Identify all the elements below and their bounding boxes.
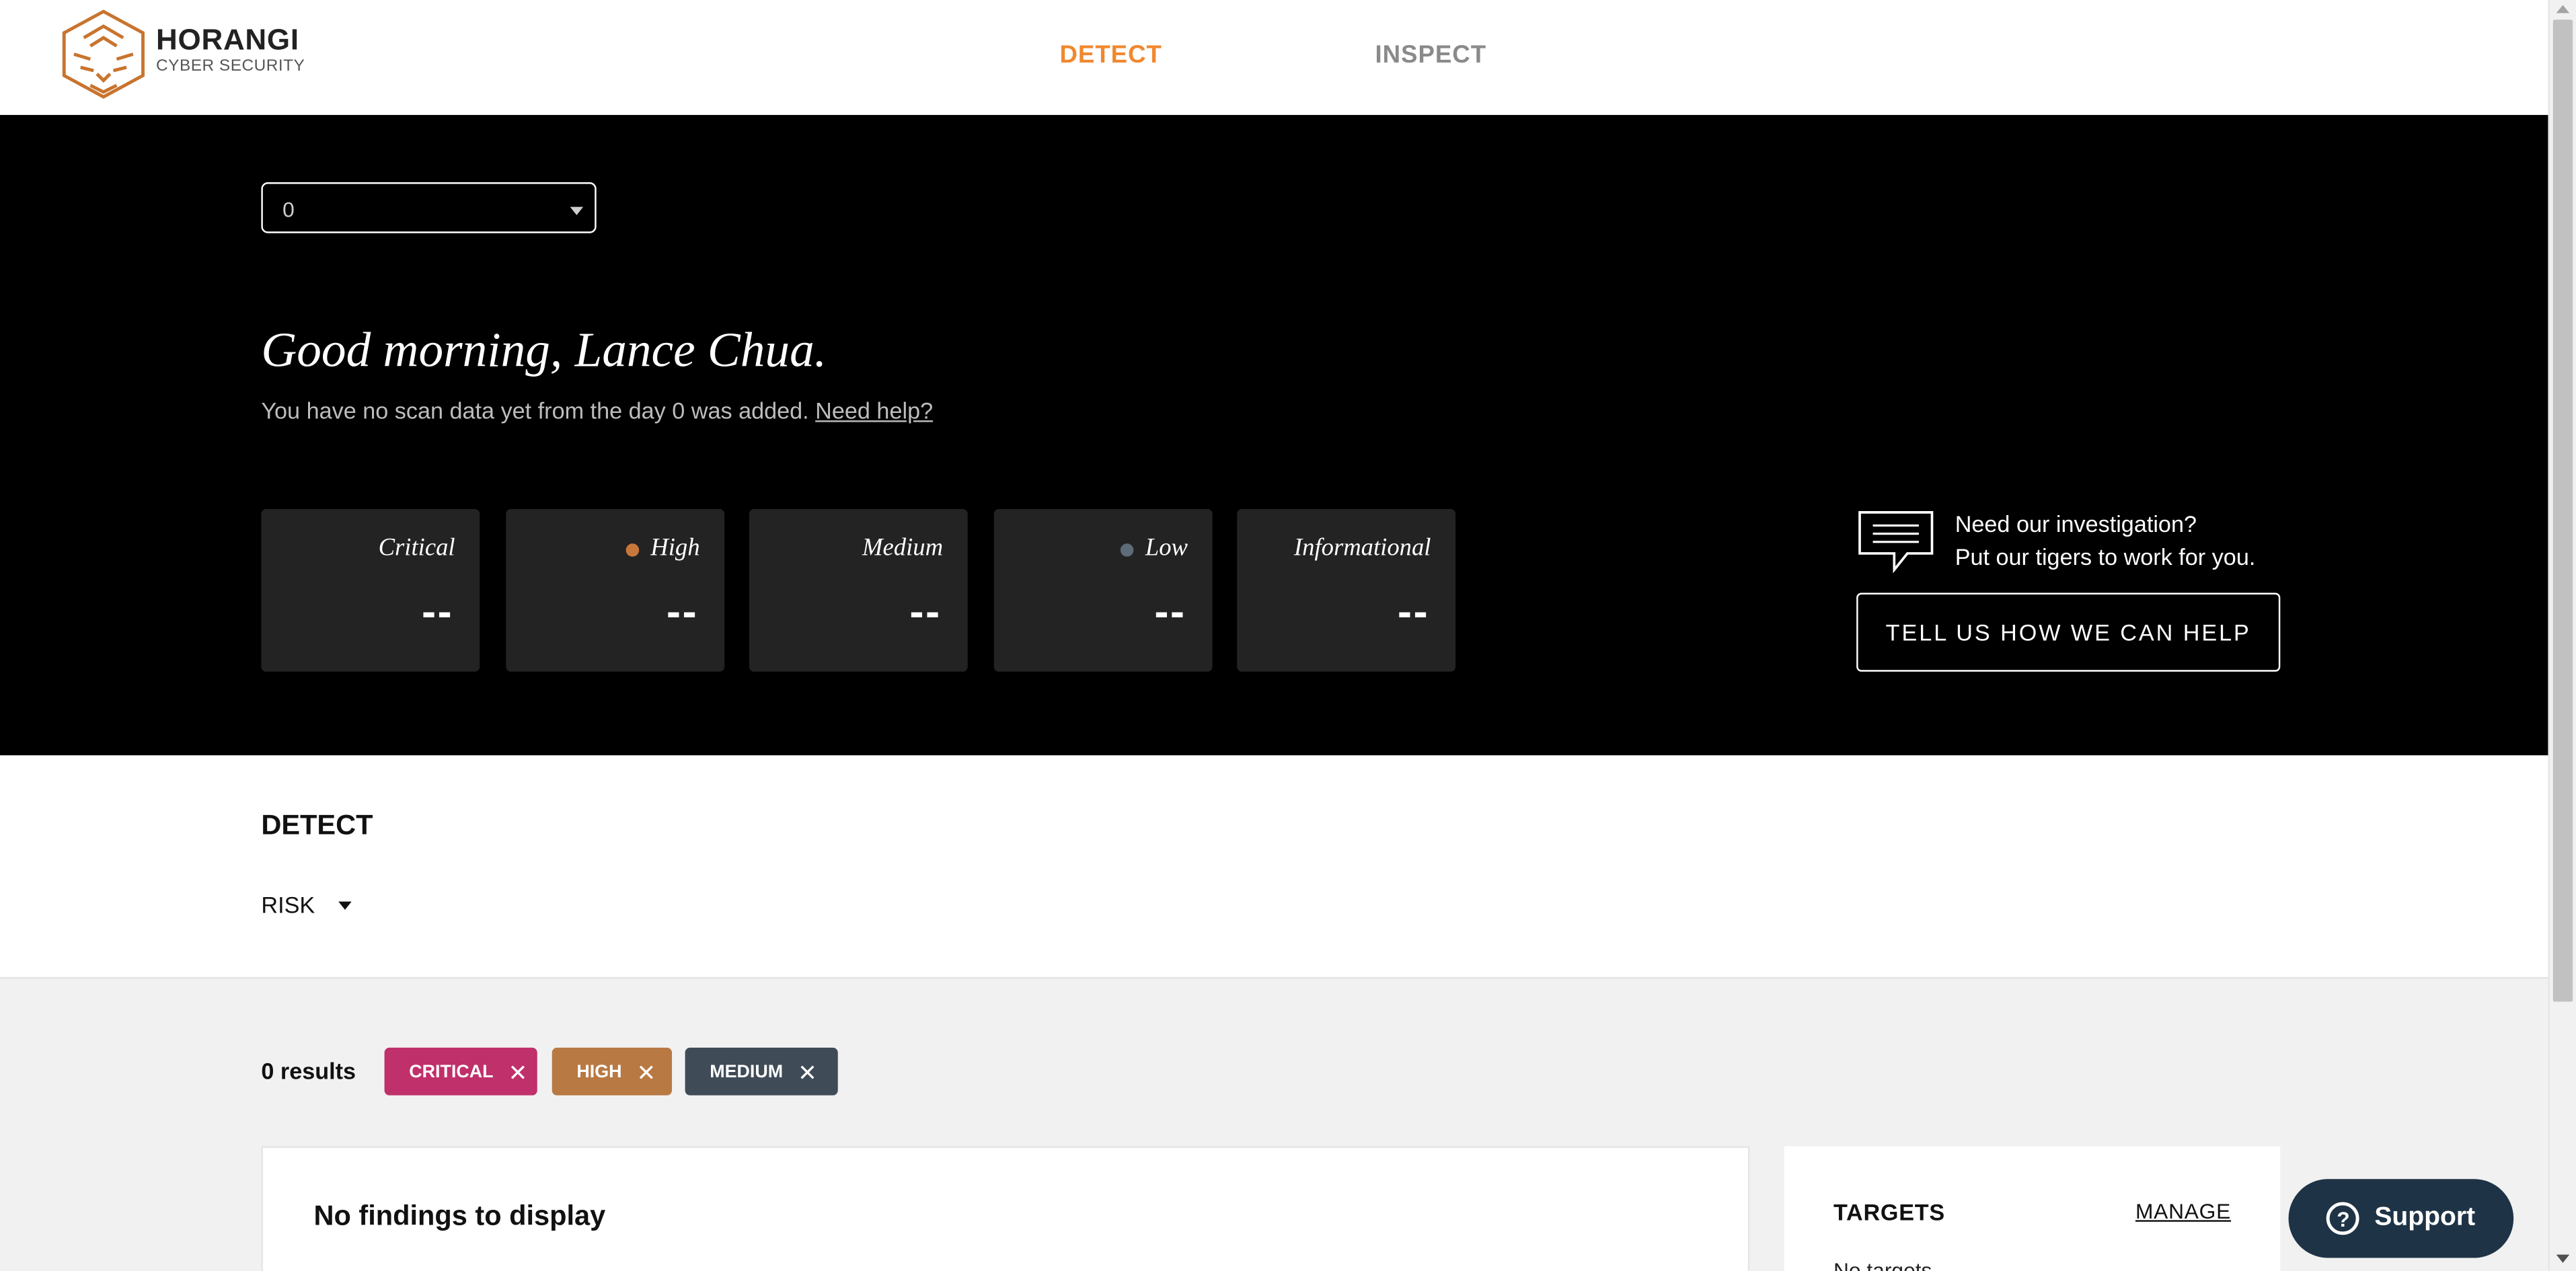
detect-section: DETECT RISK <box>0 755 2548 979</box>
target-select-value: 0 <box>282 197 295 222</box>
target-select[interactable]: 0 <box>261 182 597 233</box>
hero-banner: 0 Good morning, Lance Chua. You have no … <box>0 114 2548 756</box>
caret-down-icon <box>338 902 352 911</box>
manage-targets-link[interactable]: MANAGE <box>2135 1199 2231 1224</box>
scroll-down-icon[interactable] <box>2556 1254 2570 1263</box>
need-help-link[interactable]: Need help? <box>815 397 933 424</box>
severity-count: -- <box>666 586 699 636</box>
top-header: HORANGI CYBER SECURITY DETECT INSPECT <box>0 0 2548 115</box>
severity-label: Low <box>1145 535 1188 562</box>
severity-card-informational[interactable]: Informational -- <box>1237 508 1456 672</box>
risk-sort-label: RISK <box>261 891 315 919</box>
support-label: Support <box>2374 1203 2476 1232</box>
scroll-up-icon[interactable] <box>2556 5 2570 13</box>
targets-title: TARGETS <box>1833 1198 1945 1225</box>
filter-chip-high[interactable]: HIGH ✕ <box>552 1047 673 1095</box>
findings-panel: No findings to display <box>261 1146 1750 1271</box>
risk-sort-dropdown[interactable]: RISK <box>261 892 352 921</box>
nav-detect[interactable]: DETECT <box>1059 41 1162 69</box>
close-icon[interactable]: ✕ <box>798 1060 817 1083</box>
severity-count: -- <box>421 586 454 636</box>
chat-bubble-icon <box>1858 511 1934 574</box>
severity-label: Medium <box>862 535 944 562</box>
filter-chip-label: CRITICAL <box>409 1061 494 1081</box>
high-dot-icon <box>626 543 640 557</box>
severity-card-medium[interactable]: Medium -- <box>749 508 968 672</box>
tiger-logo-icon[interactable] <box>57 8 149 100</box>
severity-card-critical[interactable]: Critical -- <box>261 508 480 672</box>
filter-chip-critical[interactable]: CRITICAL ✕ <box>384 1047 537 1095</box>
greeting-heading: Good morning, Lance Chua. <box>261 323 827 378</box>
nav-inspect[interactable]: INSPECT <box>1375 41 1486 69</box>
brand-tagline: CYBER SECURITY <box>156 57 305 76</box>
close-icon[interactable]: ✕ <box>637 1060 656 1083</box>
scan-status-message: You have no scan data yet from the day 0… <box>261 397 809 424</box>
scrollbar-thumb[interactable] <box>2552 20 2573 1002</box>
close-icon[interactable]: ✕ <box>508 1060 528 1083</box>
promo-heading: Need our investigation? <box>1955 510 2197 537</box>
severity-count: -- <box>1154 586 1186 636</box>
low-dot-icon <box>1120 543 1134 557</box>
filter-chip-label: HIGH <box>576 1061 622 1081</box>
severity-label: Critical <box>378 535 455 562</box>
targets-empty-message: No targets <box>1833 1258 1932 1271</box>
severity-count: -- <box>1397 586 1430 636</box>
section-title: DETECT <box>261 809 373 841</box>
severity-card-high[interactable]: High -- <box>506 508 725 672</box>
filter-chip-medium[interactable]: MEDIUM ✕ <box>685 1047 838 1095</box>
filter-chip-label: MEDIUM <box>710 1061 784 1081</box>
findings-empty-message: No findings to display <box>313 1200 606 1232</box>
brand-name: HORANGI <box>156 23 299 56</box>
promo-subheading: Put our tigers to work for you. <box>1955 543 2256 570</box>
severity-card-low[interactable]: Low -- <box>993 508 1213 672</box>
caret-down-icon <box>570 206 584 215</box>
severity-label: High <box>650 535 700 562</box>
page-scrollbar[interactable] <box>2548 0 2576 1271</box>
help-circle-icon: ? <box>2326 1202 2360 1235</box>
targets-panel: TARGETS MANAGE No targets <box>1784 1146 2281 1271</box>
results-count: 0 results <box>261 1057 356 1084</box>
tell-us-how-we-can-help-button[interactable]: TELL US HOW WE CAN HELP <box>1856 592 2281 672</box>
support-button[interactable]: ? Support <box>2288 1179 2514 1258</box>
severity-label: Informational <box>1293 535 1431 562</box>
severity-count: -- <box>909 586 942 636</box>
scan-status-text: You have no scan data yet from the day 0… <box>261 397 933 424</box>
